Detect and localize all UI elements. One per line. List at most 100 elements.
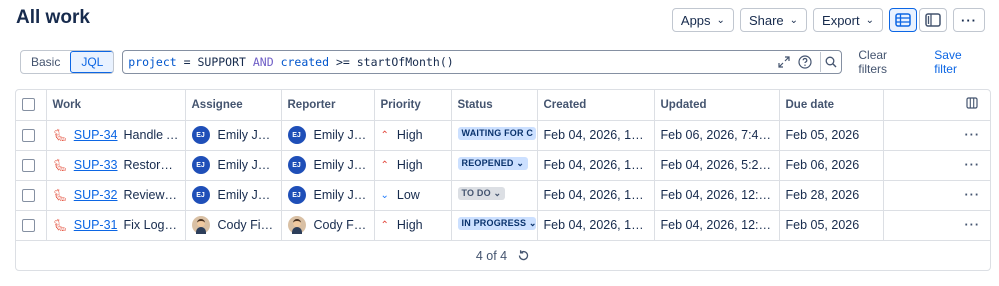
status-badge[interactable]: REOPENED ⌄ [457,157,529,170]
issue-summary[interactable]: Fix Login ... [124,218,179,232]
column-header-created[interactable]: Created [537,90,655,121]
column-header-due-date[interactable]: Due date [779,90,884,121]
issue-summary[interactable]: Handle A... [124,128,179,142]
export-button[interactable]: Export ⌄ [813,8,883,32]
issue-key-link[interactable]: SUP-34 [74,128,118,142]
table-row[interactable]: 🐛︎ SUP-31 Fix Login ... CF Cody Fisher CF Cody… [16,210,990,241]
jql-input[interactable]: project = SUPPORT AND created >= startOf… [122,50,843,74]
row-checkbox[interactable] [22,189,35,203]
due-date-cell: Feb 05, 2026 [779,210,884,241]
pagination: 4 of 4 [16,241,990,271]
assignee-cell[interactable]: CF Cody Fisher [185,210,282,241]
save-filter-button[interactable]: Save filter [934,48,987,76]
priority-high-icon: ⌃ [380,159,389,171]
share-button[interactable]: Share ⌄ [739,8,808,32]
more-icon[interactable]: ··· [965,218,981,232]
priority-label: High [396,218,423,232]
row-select-cell [16,210,47,241]
assignee-cell[interactable]: EJ Emily Joh... [185,180,282,211]
jql-mode-button[interactable]: JQL [70,51,114,73]
select-all-checkbox[interactable] [22,98,35,112]
issue-key-link[interactable]: SUP-31 [74,218,118,232]
column-header-work[interactable]: Work [46,90,186,121]
row-checkbox[interactable] [22,219,35,233]
more-icon[interactable]: ··· [965,128,981,142]
due-date-cell: Feb 05, 2026 [779,120,884,151]
status-badge[interactable]: IN PROGRESS ⌄ [457,217,536,230]
priority-label: High [396,128,423,142]
status-cell: REOPENED ⌄ [451,150,538,181]
column-header-status[interactable]: Status [451,90,538,121]
row-actions-cell: ··· [883,180,990,211]
detail-view-button[interactable] [919,8,947,32]
jql-token: startOfMonth() [356,55,454,69]
chevron-down-icon: ⌄ [716,14,725,26]
row-checkbox[interactable] [22,159,35,173]
status-badge[interactable]: TO DO ⌄ [457,187,506,200]
reporter-cell[interactable]: EJ Emily Jo... [281,150,375,181]
table-row[interactable]: 🐛︎ SUP-32 Review Sl... EJ Emily Joh... EJ Emil… [16,180,990,211]
reporter-cell[interactable]: EJ Emily Jo... [281,120,375,151]
created-cell: Feb 04, 2026, 12:5... [537,180,655,211]
updated-cell: Feb 04, 2026, 5:20 PM [654,150,780,181]
assignee-name: Emily Joh... [217,158,275,172]
help-icon[interactable] [798,55,812,69]
row-select-cell [16,150,47,181]
list-view-icon [895,13,911,27]
table-row[interactable]: 🐛︎ SUP-33 Restore A... EJ Emily Joh... EJ Emil… [16,150,990,181]
priority-high-icon: ⌃ [380,219,389,231]
priority-cell[interactable]: ⌃ High [374,150,452,181]
column-header-assignee[interactable]: Assignee [185,90,282,121]
search-icon [825,56,837,68]
priority-cell[interactable]: ⌃ High [374,120,452,151]
clear-filters-button[interactable]: Clear filters [858,48,918,76]
issue-key-link[interactable]: SUP-33 [74,158,118,172]
due-date-cell: Feb 06, 2026 [779,150,884,181]
reporter-cell[interactable]: CF Cody Fis... [281,210,375,241]
chevron-down-icon: ⌄ [533,128,535,138]
pagination-count: 4 of 4 [475,248,508,263]
avatar: EJ [191,126,210,144]
page-title: All work [16,7,90,28]
basic-mode-button[interactable]: Basic [21,51,70,73]
jql-token: created [280,55,330,69]
column-header-priority[interactable]: Priority [374,90,452,121]
list-view-button[interactable] [889,8,917,32]
reporter-cell[interactable]: EJ Emily Jo... [281,180,375,211]
due-date-cell: Feb 28, 2026 [779,180,884,211]
share-button-label: Share [748,12,784,28]
more-icon[interactable]: ··· [965,188,981,202]
updated-cell: Feb 06, 2026, 7:49 PM [654,120,780,151]
assignee-cell[interactable]: EJ Emily Joh... [185,150,282,181]
issue-summary[interactable]: Review Sl... [124,188,179,202]
status-badge[interactable]: WAITING FOR C ⌄ [457,127,536,140]
priority-cell[interactable]: ⌃ High [374,210,452,241]
jql-token: SUPPORT [197,55,246,69]
chevron-down-icon: ⌄ [490,188,502,198]
column-header-reporter[interactable]: Reporter [281,90,375,121]
row-checkbox[interactable] [22,129,35,143]
bug-icon: 🐛︎ [52,218,68,232]
table-row[interactable]: 🐛︎ SUP-34 Handle A... EJ Emily Joh... EJ Emily… [16,120,990,151]
jql-actions [778,51,841,73]
apps-button[interactable]: Apps ⌄ [671,8,734,32]
issue-key-link[interactable]: SUP-32 [74,188,118,202]
search-button[interactable] [820,52,841,72]
issue-summary[interactable]: Restore A... [124,158,179,172]
assignee-cell[interactable]: EJ Emily Joh... [185,120,282,151]
more-actions-button[interactable]: ··· [953,8,985,32]
search-mode-toggle: Basic JQL [20,50,115,74]
priority-cell[interactable]: ⌄ Low [374,180,452,211]
expand-icon[interactable] [778,56,790,68]
jql-token: AND [245,55,281,69]
assignee-name: Emily Joh... [217,188,275,202]
columns-icon[interactable] [966,97,978,109]
refresh-icon[interactable] [517,249,530,262]
avatar: CF [287,216,306,234]
more-icon[interactable]: ··· [965,158,981,172]
column-header-updated[interactable]: Updated [654,90,780,121]
status-label: WAITING FOR C [461,128,534,138]
work-cell: 🐛︎ SUP-31 Fix Login ... [46,210,186,241]
apps-button-label: Apps [680,12,711,28]
table-header-row: Work Assignee Reporter Priority Status C… [16,90,990,121]
